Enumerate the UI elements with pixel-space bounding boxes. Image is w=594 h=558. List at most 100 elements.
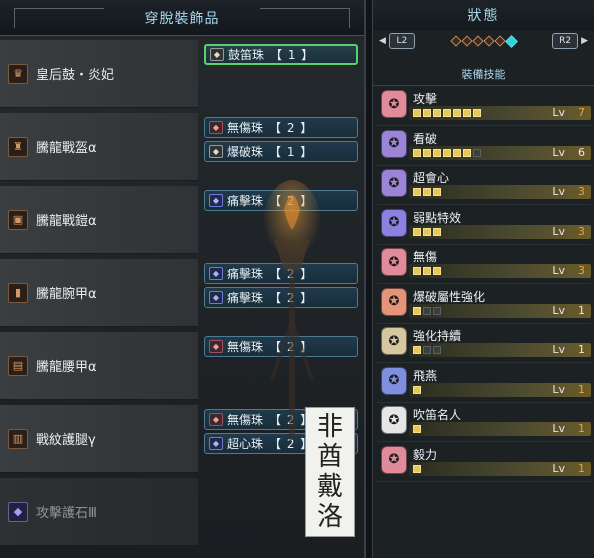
skill-row[interactable]: Lv 1 ✪ 飛燕 [377,365,591,403]
skill-icon: ✪ [381,169,407,197]
skill-name: 飛燕 [413,368,438,383]
equipment-slot[interactable]: ▮ 騰龍腕甲α [0,259,198,327]
watermark-stamp: 非 酋 戴 洛 [305,407,355,537]
skill-row[interactable]: Lv 1 ✪ 吹笛名人 [377,404,591,442]
equipment-slot[interactable]: ▤ 騰龍腰甲α [0,332,198,400]
equipment-row[interactable]: ▮ 騰龍腕甲α ◆ 痛擊珠【 2 】 ◆ 痛擊珠【 2 】 [0,259,364,327]
page-dot [493,35,506,47]
skill-level-label: Lv [552,106,565,119]
decoration-slot[interactable]: ◆ 痛擊珠【 2 】 [204,263,358,284]
skill-level-label: Lv [552,264,565,277]
r2-button[interactable]: R2 [552,33,579,49]
decoration-panel-header: 穿脫裝飾品 [0,0,364,36]
skill-row[interactable]: Lv 3 ✪ 超會心 [377,167,591,205]
skill-icon: ✪ [381,287,407,316]
skill-row[interactable]: Lv 7 ✪ 攻擊 [377,88,591,126]
jewel-icon: ◆ [210,48,224,61]
skill-pip [413,464,421,473]
skill-pip [423,306,431,315]
skill-name: 爆破屬性強化 [413,289,486,304]
jewel-icon: ◆ [209,121,223,134]
decoration-name: 爆破珠 [227,145,264,159]
decoration-level: 【 2 】 [269,291,314,305]
equipment-name: 皇后鼓・炎妃 [36,68,115,83]
skill-pip [413,227,421,236]
skill-level-bar: Lv 1 [409,422,591,436]
skill-divider [377,204,591,205]
skill-name: 毅力 [413,447,438,462]
skill-pip [413,385,421,394]
decoration-slots: ◆ 鼓笛珠【 1 】 [198,40,364,108]
waist-armor-icon: ▤ [8,355,28,376]
jewel-icon: ◆ [209,413,223,426]
skill-level-label: Lv [552,382,565,396]
status-panel: 狀態 ◀ L2 R2 ▶ 裝備技能 Lv 7 ✪ 攻擊 Lv 6 ✪ 看破 Lv 3 ✪ 超會心 Lv 3… [372,0,594,558]
equipment-row[interactable]: ♜ 騰龍戰盔α ◆ 無傷珠【 2 】 ◆ 爆破珠【 1 】 [0,113,364,181]
page-indicator [449,34,518,48]
watermark-char: 酋 [316,442,343,472]
skill-divider [377,480,591,482]
skill-row[interactable]: Lv 1 ✪ 毅力 [377,444,591,482]
equipment-slot[interactable]: ♜ 騰龍戰盔α [0,113,198,181]
equipment-row[interactable]: ♛ 皇后鼓・炎妃 ◆ 鼓笛珠【 1 】 [0,40,364,108]
decoration-name: 無傷珠 [227,121,264,135]
decoration-name: 無傷珠 [227,340,264,354]
decoration-name: 痛擊珠 [227,291,264,305]
skill-pip [413,188,421,196]
chest-armor-icon: ▣ [8,209,28,230]
skill-pip [433,306,441,315]
l2-button[interactable]: L2 [388,33,415,49]
decoration-slot[interactable]: ◆ 爆破珠【 1 】 [204,141,358,162]
skill-pip [413,306,421,315]
equipment-row[interactable]: ▣ 騰龍戰鎧α ◆ 痛擊珠【 2 】 [0,186,364,254]
skill-level-label: Lv [552,303,565,317]
skill-level-label: Lv [552,145,565,159]
skill-row[interactable]: Lv 3 ✪ 弱點特效 [377,207,591,245]
decoration-slots: ◆ 無傷珠【 2 】 [198,332,364,400]
skill-pip [423,109,431,117]
skill-level-bar: Lv 7 [409,106,591,120]
jewel-icon: ◆ [209,145,223,158]
skill-pip [433,109,441,117]
equipment-name: 騰龍戰鎧α [36,214,97,229]
equipment-slot[interactable]: ▣ 騰龍戰鎧α [0,186,198,254]
skill-row[interactable]: Lv 1 ✪ 強化持續 [377,325,591,363]
equipment-row[interactable]: ▤ 騰龍腰甲α ◆ 無傷珠【 2 】 [0,332,364,400]
equipment-slot[interactable]: ♛ 皇后鼓・炎妃 [0,40,198,108]
skill-row[interactable]: Lv 3 ✪ 無傷 [377,246,591,284]
skill-divider [377,401,591,403]
decoration-level: 【 1 】 [270,48,315,62]
skill-pip [433,267,441,275]
skill-icon: ✪ [381,129,407,158]
decoration-level: 【 2 】 [269,121,314,135]
arrow-right-icon[interactable]: ▶ [581,36,588,46]
skill-name: 無傷 [413,250,438,264]
decoration-level: 【 2 】 [269,267,314,281]
decoration-slot[interactable]: ◆ 無傷珠【 2 】 [204,336,358,357]
page-dot [460,35,473,47]
decoration-slot[interactable]: ◆ 鼓笛珠【 1 】 [204,44,358,65]
page-navigation: ◀ L2 R2 ▶ [373,30,594,52]
arrow-left-icon[interactable]: ◀ [379,36,386,46]
skill-level-bar: Lv 6 [409,145,591,160]
header-ornament-left [14,8,104,28]
skill-name: 弱點特效 [413,210,462,225]
skill-pip [423,148,431,157]
decoration-slot[interactable]: ◆ 無傷珠【 2 】 [204,117,358,138]
page-dot [504,34,518,48]
decoration-slot[interactable]: ◆ 痛擊珠【 2 】 [204,190,358,211]
skill-pip [473,109,481,117]
decoration-slots: ◆ 痛擊珠【 2 】 [198,186,364,254]
equipment-slot[interactable]: ▥ 戰紋護腿γ [0,405,198,473]
equipment-slot[interactable]: ◆ 攻擊護石Ⅲ [0,478,198,546]
skill-row[interactable]: Lv 1 ✪ 爆破屬性強化 [377,286,591,324]
skill-level-bar: Lv 1 [409,303,591,318]
decoration-slot[interactable]: ◆ 痛擊珠【 2 】 [204,287,358,308]
skill-pip [423,267,431,275]
equipment-name: 戰紋護腿γ [36,433,96,448]
skill-row[interactable]: Lv 6 ✪ 看破 [377,128,591,166]
skill-icon: ✪ [381,248,407,276]
skill-pip [433,227,441,236]
skill-level-label: Lv [552,461,565,475]
jewel-icon: ◆ [209,340,223,353]
